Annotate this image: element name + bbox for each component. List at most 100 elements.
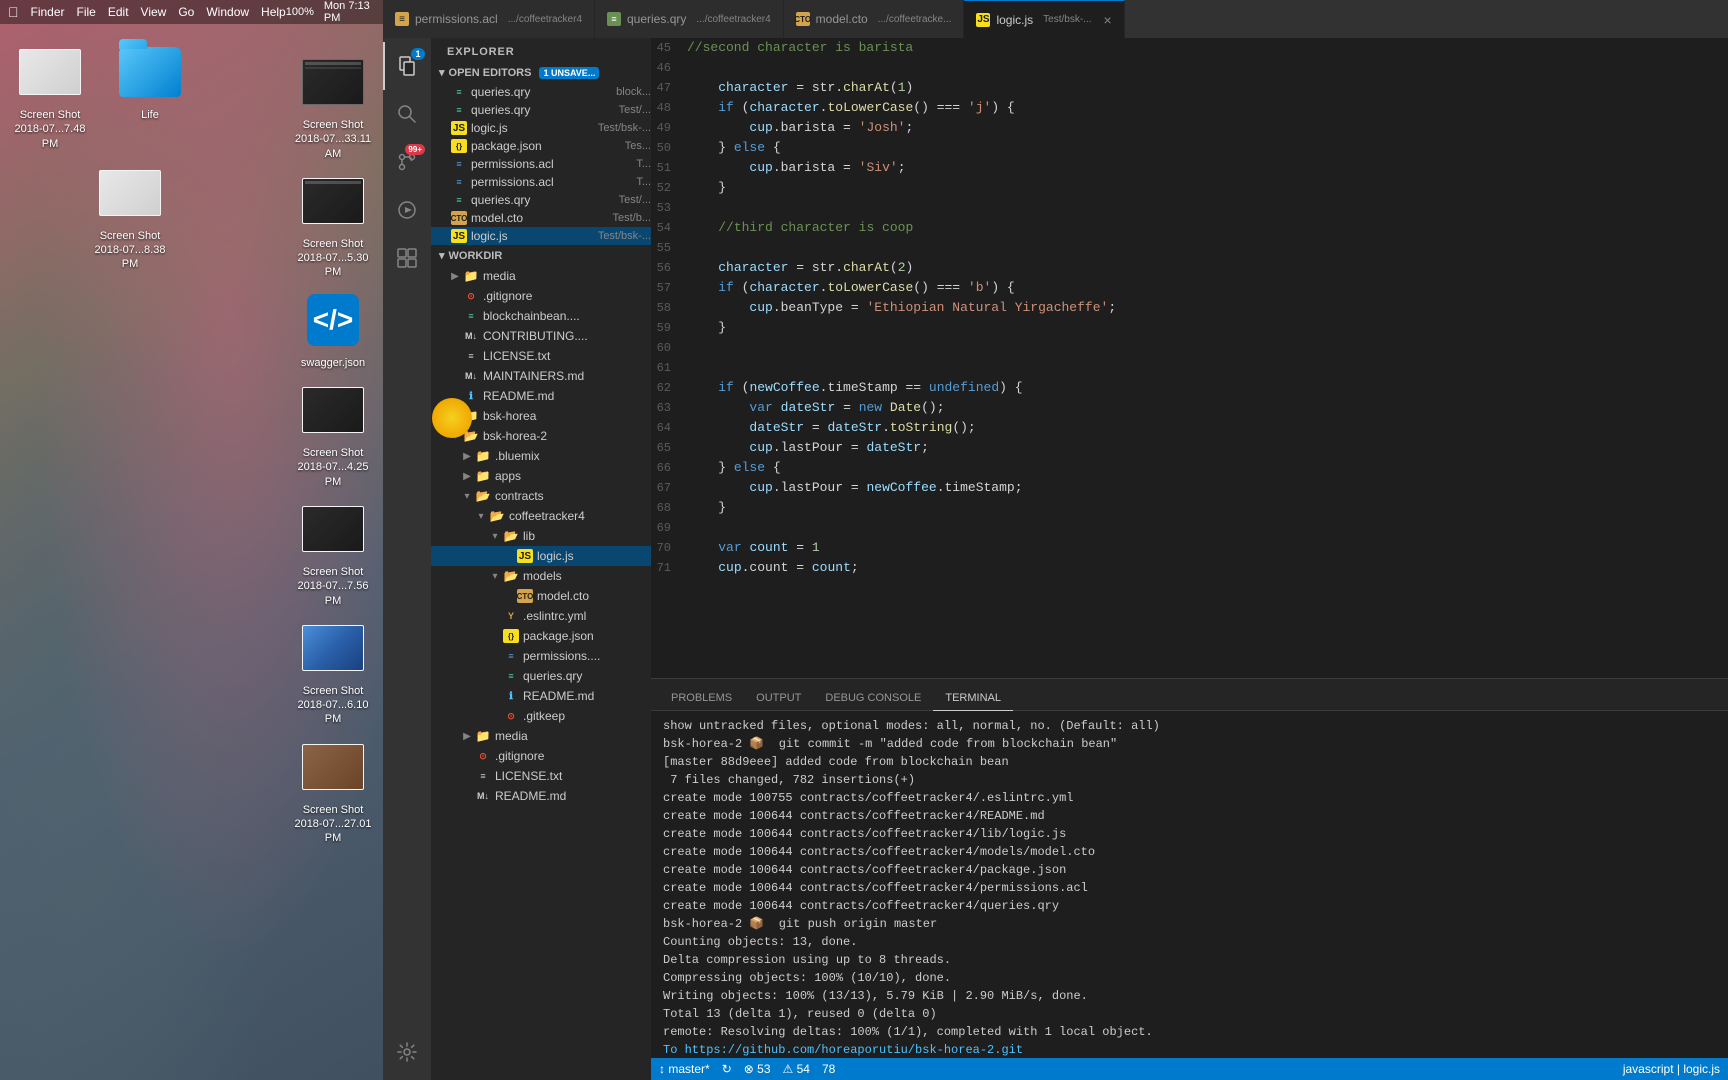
tree-eslintrc[interactable]: ▶ Y .eslintrc.yml bbox=[431, 606, 651, 626]
code-line-47: 47 character = str.charAt(1) bbox=[651, 78, 1728, 98]
tree-bsk-horea-2[interactable]: ▾ 📂 bsk-horea-2 bbox=[431, 426, 651, 446]
tab-close-icon[interactable]: × bbox=[1104, 12, 1112, 28]
tree-gitignore2[interactable]: ▶ ⊙ .gitignore bbox=[431, 746, 651, 766]
open-editor-model[interactable]: CTO model.cto Test/b... bbox=[431, 209, 651, 227]
activity-search-icon[interactable] bbox=[383, 90, 431, 138]
tab-queries-qry[interactable]: ≡ queries.qry .../coffeetracker4 bbox=[595, 0, 784, 38]
desktop-icon-screenshot8[interactable]: Screen Shot2018-07...27.01 PM bbox=[293, 735, 373, 846]
terminal-content[interactable]: show untracked files, optional modes: al… bbox=[651, 711, 1728, 1058]
workdir-header[interactable]: ▾ WORKDIR bbox=[431, 245, 651, 266]
desktop-icon-life-folder[interactable]: Life bbox=[110, 40, 190, 151]
code-line-53: 53 bbox=[651, 198, 1728, 218]
tab-terminal[interactable]: TERMINAL bbox=[933, 686, 1013, 711]
view-menu[interactable]: View bbox=[141, 5, 167, 19]
open-editor-package[interactable]: {} package.json Tes... bbox=[431, 137, 651, 155]
tree-queries-qry[interactable]: ▶ ≡ queries.qry bbox=[431, 666, 651, 686]
code-editor[interactable]: 45 //second character is barista 46 47 c… bbox=[651, 38, 1728, 678]
edit-menu[interactable]: Edit bbox=[108, 5, 129, 19]
tree-package-json[interactable]: ▶ {} package.json bbox=[431, 626, 651, 646]
tree-bsk-horea[interactable]: ▶ 📁 bsk-horea bbox=[431, 406, 651, 426]
window-menu[interactable]: Window bbox=[206, 5, 249, 19]
tree-coffeetracker4[interactable]: ▾ 📂 coffeetracker4 bbox=[431, 506, 651, 526]
tree-permissions-acl[interactable]: ▶ ≡ permissions.... bbox=[431, 646, 651, 666]
tree-lib[interactable]: ▾ 📂 lib bbox=[431, 526, 651, 546]
activity-explorer-icon[interactable]: 1 bbox=[383, 42, 431, 90]
open-editor-logic2[interactable]: JS logic.js Test/bsk-... bbox=[431, 227, 651, 245]
status-bar: ↕ master* ↻ ⊗ 53 ⚠ 54 78 javascript | lo… bbox=[651, 1058, 1728, 1080]
tab-output[interactable]: OUTPUT bbox=[744, 686, 813, 711]
folder-label: coffeetracker4 bbox=[509, 509, 651, 523]
tree-maintainers[interactable]: ▶ M↓ MAINTAINERS.md bbox=[431, 366, 651, 386]
finder-menu[interactable]: Finder bbox=[31, 5, 65, 19]
desktop-icon-screenshot1[interactable]: Screen Shot2018-07...7.48 PM bbox=[10, 40, 90, 151]
error-count[interactable]: ⊗ 53 bbox=[744, 1062, 771, 1076]
statusbar-left: ↕ master* ↻ ⊗ 53 ⚠ 54 78 bbox=[659, 1062, 835, 1076]
activity-git-icon[interactable]: 99+ bbox=[383, 138, 431, 186]
sync-status[interactable]: ↻ bbox=[722, 1062, 732, 1076]
activity-debug-icon[interactable] bbox=[383, 186, 431, 234]
desktop-icon-screenshot7[interactable]: Screen Shot2018-07...6.10 PM bbox=[293, 616, 373, 727]
tree-readme-coffee[interactable]: ▶ ℹ README.md bbox=[431, 686, 651, 706]
tree-apps[interactable]: ▶ 📁 apps bbox=[431, 466, 651, 486]
desktop-icon-screenshot4[interactable]: Screen Shot2018-07...5.30 PM bbox=[293, 169, 373, 280]
tree-contracts[interactable]: ▾ 📂 contracts bbox=[431, 486, 651, 506]
tab-problems[interactable]: PROBLEMS bbox=[659, 686, 744, 711]
open-editor-queries1[interactable]: ≡ queries.qry block... bbox=[431, 83, 651, 101]
git-branch-status[interactable]: ↕ master* bbox=[659, 1062, 710, 1076]
tab-logic-js[interactable]: JS logic.js Test/bsk-... × bbox=[964, 0, 1124, 38]
desktop-icon-swagger[interactable]: </> swagger.json bbox=[293, 288, 373, 370]
open-editors-header[interactable]: ▾ OPEN EDITORS 1 UNSAVE... bbox=[431, 62, 651, 83]
file-label: package.json bbox=[471, 139, 621, 153]
desktop-icon-screenshot5[interactable]: Screen Shot2018-07...4.25 PM bbox=[293, 378, 373, 489]
apple-menu[interactable]:  bbox=[8, 4, 19, 20]
file-label: queries.qry bbox=[471, 85, 612, 99]
tree-license2[interactable]: ▶ ≡ LICENSE.txt bbox=[431, 766, 651, 786]
tree-logic-js[interactable]: ▶ JS logic.js bbox=[431, 546, 651, 566]
language-mode[interactable]: javascript | logic.js bbox=[1623, 1062, 1720, 1076]
desktop-icon-screenshot6[interactable]: Screen Shot2018-07...7.56 PM bbox=[293, 497, 373, 608]
line-number: 60 bbox=[651, 338, 687, 358]
desktop-icon-screenshot2[interactable]: Screen Shot2018-07...8.38 PM bbox=[90, 161, 170, 272]
warning-count[interactable]: ⚠ 54 bbox=[783, 1062, 810, 1076]
tree-models[interactable]: ▾ 📂 models bbox=[431, 566, 651, 586]
desktop-icon-screenshot3[interactable]: Screen Shot2018-07...33.11 AM bbox=[293, 50, 373, 161]
file-label: .eslintrc.yml bbox=[523, 609, 651, 623]
tree-license[interactable]: ▶ ≡ LICENSE.txt bbox=[431, 346, 651, 366]
line-content: } bbox=[687, 498, 1728, 518]
open-editor-queries2[interactable]: ≡ queries.qry Test/... bbox=[431, 101, 651, 119]
tree-gitkeep[interactable]: ▶ ⊙ .gitkeep bbox=[431, 706, 651, 726]
tree-media2[interactable]: ▶ 📁 media bbox=[431, 726, 651, 746]
file-icon-json: {} bbox=[451, 139, 467, 153]
tab-model-cto[interactable]: CTO model.cto .../coffeetracke... bbox=[784, 0, 965, 38]
tree-gitignore[interactable]: ▶ ⊙ .gitignore bbox=[431, 286, 651, 306]
file-label: .gitignore bbox=[483, 289, 651, 303]
tree-bluemix[interactable]: ▶ 📁 .bluemix bbox=[431, 446, 651, 466]
open-editor-permissions2[interactable]: ≡ permissions.acl T... bbox=[431, 173, 651, 191]
tree-readme2[interactable]: ▶ M↓ README.md bbox=[431, 786, 651, 806]
tab-debug-console[interactable]: DEBUG CONSOLE bbox=[813, 686, 933, 711]
tree-model-cto[interactable]: ▶ CTO model.cto bbox=[431, 586, 651, 606]
open-editor-logic1[interactable]: JS logic.js Test/bsk-... bbox=[431, 119, 651, 137]
file-icon-qry: ≡ bbox=[451, 193, 467, 207]
line-content: } else { bbox=[687, 458, 1728, 478]
workdir-arrow: ▾ bbox=[439, 249, 445, 262]
line-number: 64 bbox=[651, 418, 687, 438]
activity-settings-icon[interactable] bbox=[383, 1032, 431, 1080]
open-editor-permissions1[interactable]: ≡ permissions.acl T... bbox=[431, 155, 651, 173]
tab-permissions-acl[interactable]: ≡ permissions.acl .../coffeetracker4 bbox=[383, 0, 595, 38]
help-menu[interactable]: Help bbox=[261, 5, 286, 19]
code-line-48: 48 if (character.toLowerCase() === 'j') … bbox=[651, 98, 1728, 118]
code-line-52: 52 } bbox=[651, 178, 1728, 198]
tree-media-folder[interactable]: ▶ 📁 media bbox=[431, 266, 651, 286]
tree-contributing[interactable]: ▶ M↓ CONTRIBUTING.... bbox=[431, 326, 651, 346]
tree-readme-root[interactable]: ▶ ℹ README.md bbox=[431, 386, 651, 406]
desktop-icon-label: Screen Shot2018-07...6.10 PM bbox=[293, 684, 373, 727]
line-number: 49 bbox=[651, 118, 687, 138]
terminal-line: show untracked files, optional modes: al… bbox=[663, 717, 1716, 735]
open-editor-queries3[interactable]: ≡ queries.qry Test/... bbox=[431, 191, 651, 209]
activity-extensions-icon[interactable] bbox=[383, 234, 431, 282]
tree-blockchainbean[interactable]: ▶ ≡ blockchainbean.... bbox=[431, 306, 651, 326]
file-menu[interactable]: File bbox=[77, 5, 96, 19]
info-count[interactable]: 78 bbox=[822, 1062, 835, 1076]
go-menu[interactable]: Go bbox=[178, 5, 194, 19]
